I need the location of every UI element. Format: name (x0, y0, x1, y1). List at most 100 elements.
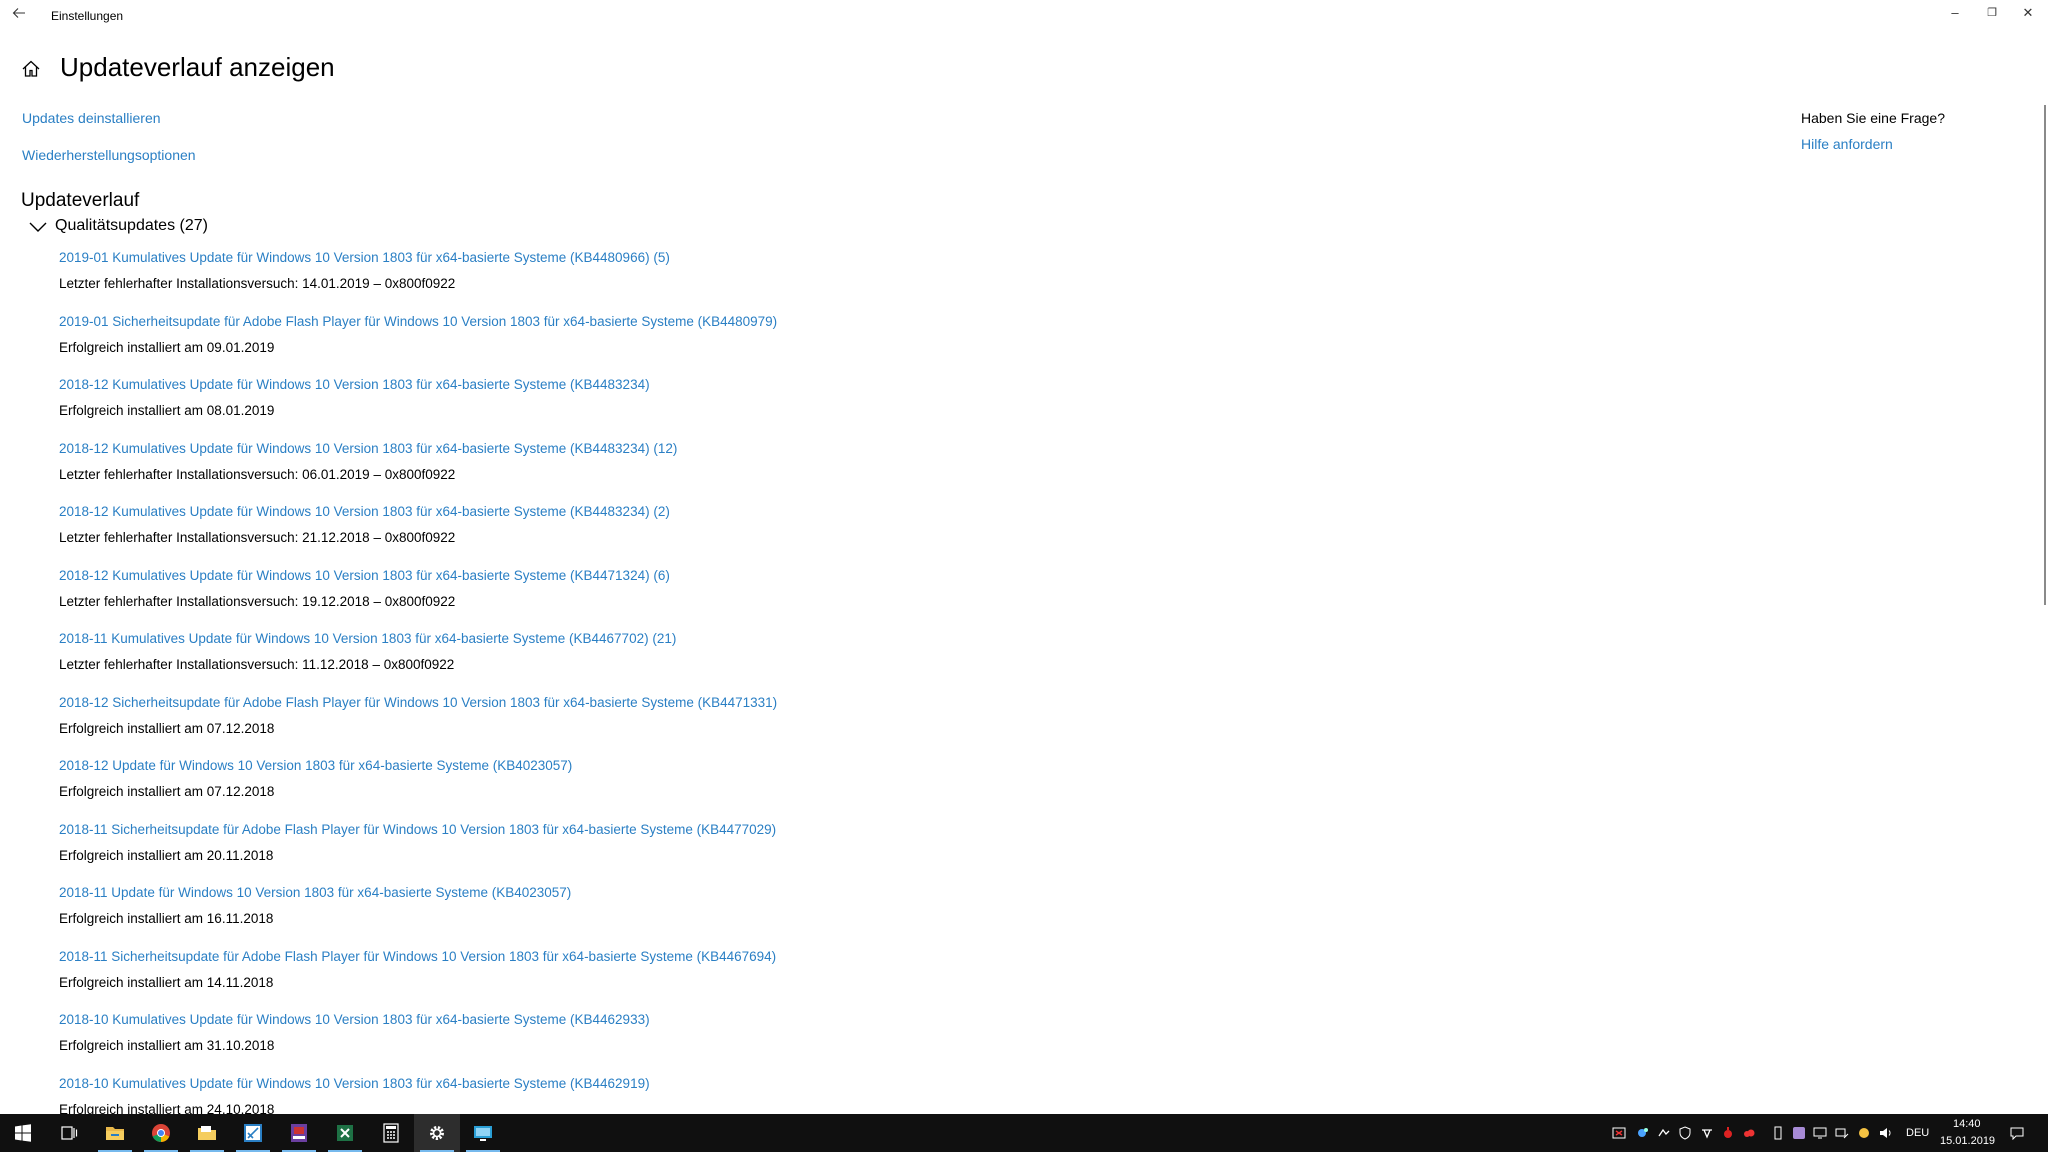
shield-icon[interactable] (1678, 1126, 1692, 1140)
update-title-link[interactable]: 2018-10 Kumulatives Update für Windows 1… (59, 1012, 650, 1027)
update-status: Erfolgreich installiert am 14.11.2018 (59, 974, 274, 990)
notes-folder-button[interactable] (184, 1114, 230, 1152)
update-status: Letzter fehlerhafter Installationsversuc… (59, 466, 456, 482)
list-item: 2018-10 Kumulatives Update für Windows 1… (59, 1076, 959, 1115)
language-indicator[interactable]: DEU (1906, 1127, 1929, 1139)
list-item: 2018-10 Kumulatives Update für Windows 1… (59, 1012, 959, 1076)
update-title-link[interactable]: 2018-11 Sicherheitsupdate für Adobe Flas… (59, 949, 776, 964)
calculator-icon (383, 1123, 399, 1143)
list-item: 2018-12 Kumulatives Update für Windows 1… (59, 377, 959, 441)
help-title: Haben Sie eine Frage? (1801, 110, 1945, 126)
list-item: 2018-12 Kumulatives Update für Windows 1… (59, 504, 959, 568)
spreadsheet-icon (337, 1125, 353, 1141)
update-title-link[interactable]: 2018-12 Kumulatives Update für Windows 1… (59, 441, 677, 456)
action-center-icon[interactable] (2010, 1126, 2024, 1140)
update-list: 2019-01 Kumulatives Update für Windows 1… (59, 250, 959, 1114)
update-title-link[interactable]: 2018-11 Kumulatives Update für Windows 1… (59, 631, 676, 646)
chrome-icon (152, 1124, 170, 1142)
update-status: Erfolgreich installiert am 16.11.2018 (59, 911, 274, 926)
media-app-button[interactable] (276, 1114, 322, 1152)
monitor-icon (474, 1126, 492, 1141)
update-status: Letzter fehlerhafter Installationsversuc… (59, 276, 456, 291)
update-status: Erfolgreich installiert am 07.12.2018 (59, 784, 275, 799)
puzzle-app-icon[interactable] (1792, 1126, 1806, 1140)
update-title-link[interactable]: 2018-12 Update für Windows 10 Version 18… (59, 758, 572, 773)
scrollbar-thumb[interactable] (2044, 105, 2046, 605)
update-title-link[interactable]: 2018-12 Kumulatives Update für Windows 1… (59, 377, 650, 392)
update-status: Letzter fehlerhafter Installationsversuc… (59, 593, 456, 609)
cloud-icon[interactable] (1742, 1126, 1756, 1140)
usb-device-icon[interactable] (1771, 1126, 1785, 1140)
minimize-button[interactable]: – (1937, 0, 1973, 28)
network-drive-icon[interactable] (1636, 1126, 1650, 1140)
update-title-link[interactable]: 2018-11 Sicherheitsupdate für Adobe Flas… (59, 822, 776, 837)
antivirus-icon[interactable] (1721, 1126, 1735, 1140)
update-status: Erfolgreich installiert am 24.10.2018 (59, 1101, 275, 1115)
sync-icon[interactable] (1657, 1126, 1671, 1140)
clock-time[interactable]: 14:40 (1953, 1118, 1981, 1130)
list-item: 2019-01 Kumulatives Update für Windows 1… (59, 250, 959, 314)
uninstall-updates-link[interactable]: Updates deinstallieren (22, 110, 161, 126)
chrome-button[interactable] (138, 1114, 184, 1152)
section-title: Updateverlauf (21, 190, 140, 211)
home-icon[interactable] (20, 58, 42, 80)
folder-icon (106, 1127, 124, 1140)
display-icon[interactable] (1813, 1126, 1827, 1140)
scrollbar[interactable] (2042, 90, 2048, 1114)
film-icon (291, 1124, 307, 1142)
list-item: 2018-11 Kumulatives Update für Windows 1… (59, 631, 959, 695)
list-item: 2018-12 Update für Windows 10 Version 18… (59, 758, 959, 822)
remote-desktop-button[interactable] (460, 1114, 506, 1152)
update-status: Erfolgreich installiert am 09.01.2019 (59, 339, 275, 355)
update-title-link[interactable]: 2018-12 Kumulatives Update für Windows 1… (59, 504, 670, 519)
network-icon[interactable] (1835, 1126, 1849, 1140)
snipping-tool-button[interactable] (230, 1114, 276, 1152)
group-label: Qualitätsupdates (27) (55, 217, 208, 234)
update-title-link[interactable]: 2018-12 Kumulatives Update für Windows 1… (59, 568, 670, 583)
update-title-link[interactable]: 2018-12 Sicherheitsupdate für Adobe Flas… (59, 695, 777, 710)
update-title-link[interactable]: 2019-01 Kumulatives Update für Windows 1… (59, 250, 670, 265)
close-button[interactable]: ✕ (2010, 0, 2046, 28)
list-item: 2018-11 Update für Windows 10 Version 18… (59, 885, 959, 949)
task-view-icon (61, 1126, 78, 1140)
scissors-icon (244, 1124, 262, 1142)
list-item: 2019-01 Sicherheitsupdate für Adobe Flas… (59, 314, 959, 378)
get-help-link[interactable]: Hilfe anfordern (1801, 136, 1893, 152)
update-status: Erfolgreich installiert am 31.10.2018 (59, 1038, 275, 1053)
gear-icon (430, 1126, 444, 1140)
clock-date[interactable]: 15.01.2019 (1940, 1135, 1995, 1147)
restore-button[interactable]: ❐ (1974, 0, 2010, 28)
file-explorer-button[interactable] (92, 1114, 138, 1152)
cloud-storage-icon[interactable] (1857, 1126, 1871, 1140)
recovery-options-link[interactable]: Wiederherstellungsoptionen (22, 147, 196, 163)
speaker-icon[interactable] (1879, 1126, 1893, 1140)
update-status: Letzter fehlerhafter Installationsversuc… (59, 530, 456, 545)
list-item: 2018-12 Sicherheitsupdate für Adobe Flas… (59, 695, 959, 759)
update-status: Letzter fehlerhafter Installationsversuc… (59, 657, 455, 672)
update-title-link[interactable]: 2018-10 Kumulatives Update für Windows 1… (59, 1076, 650, 1091)
list-item: 2018-12 Kumulatives Update für Windows 1… (59, 441, 959, 505)
update-title-link[interactable]: 2018-11 Update für Windows 10 Version 18… (59, 885, 571, 900)
list-item: 2018-11 Sicherheitsupdate für Adobe Flas… (59, 949, 959, 1013)
back-arrow-icon[interactable] (8, 4, 30, 26)
spreadsheet-app-button[interactable] (322, 1114, 368, 1152)
list-item: 2018-12 Kumulatives Update für Windows 1… (59, 568, 959, 632)
windows-logo-icon (15, 1124, 31, 1142)
update-status: Erfolgreich installiert am 08.01.2019 (59, 403, 275, 418)
security-alert-icon[interactable] (1612, 1126, 1626, 1140)
folder-notes-icon (198, 1126, 216, 1140)
taskbar: DEU 14:40 15.01.2019 (0, 1114, 2048, 1152)
window-title: Einstellungen (51, 9, 124, 23)
page-title: Updateverlauf anzeigen (60, 52, 335, 82)
calculator-button[interactable] (368, 1114, 414, 1152)
update-title-link[interactable]: 2019-01 Sicherheitsupdate für Adobe Flas… (59, 314, 777, 329)
start-button[interactable] (0, 1114, 46, 1152)
tool-icon[interactable] (1700, 1126, 1714, 1140)
update-status: Erfolgreich installiert am 07.12.2018 (59, 720, 275, 736)
chevron-down-icon (29, 219, 47, 235)
task-view-button[interactable] (46, 1114, 92, 1152)
settings-button[interactable] (414, 1114, 460, 1152)
update-status: Erfolgreich installiert am 20.11.2018 (59, 847, 274, 863)
title-bar: Einstellungen – ❐ ✕ (0, 0, 2048, 30)
list-item: 2018-11 Sicherheitsupdate für Adobe Flas… (59, 822, 959, 886)
